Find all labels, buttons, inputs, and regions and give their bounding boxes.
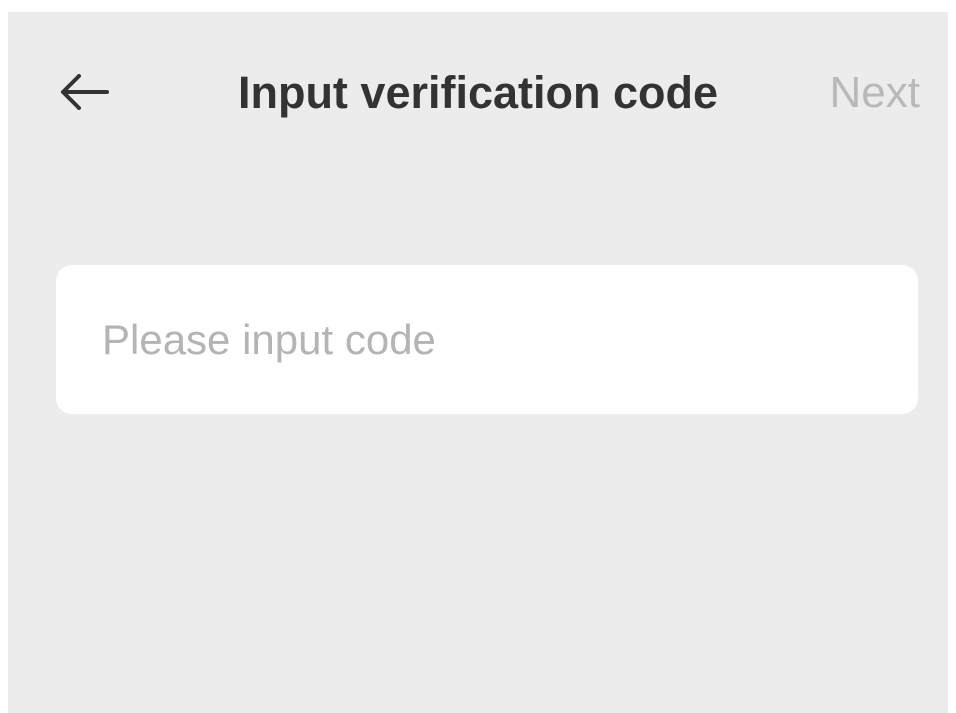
back-button[interactable] xyxy=(52,68,116,116)
top-bar: Input verification code Next xyxy=(8,52,948,134)
verification-code-input[interactable] xyxy=(102,265,882,414)
arrow-left-icon xyxy=(61,74,109,110)
page-title: Input verification code xyxy=(237,67,719,118)
code-input-card xyxy=(56,265,918,414)
verification-screen: Input verification code Next xyxy=(8,12,948,713)
next-button[interactable]: Next xyxy=(830,52,920,134)
